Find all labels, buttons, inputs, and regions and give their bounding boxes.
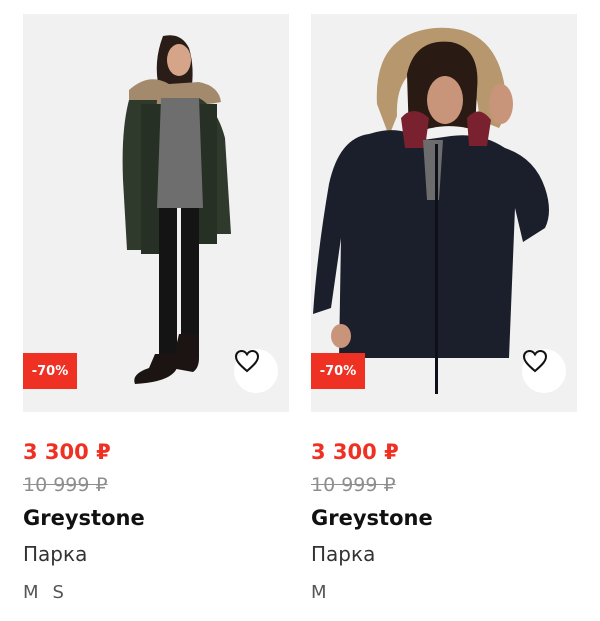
product-card[interactable]: -70% 3 300 ₽ 10 999 ₽ Greystone Парка M … <box>23 14 289 606</box>
size-list: M <box>311 580 577 606</box>
discount-badge: -70% <box>311 353 365 389</box>
size-option[interactable]: M <box>311 580 327 606</box>
size-list: M S <box>23 580 289 606</box>
product-type: Парка <box>311 542 376 566</box>
brand-name: Greystone <box>311 506 433 530</box>
favorite-button[interactable] <box>234 349 278 393</box>
product-type: Парка <box>23 542 88 566</box>
product-photo[interactable]: -70% <box>311 14 577 412</box>
product-photo[interactable]: -70% <box>23 14 289 412</box>
price: 3 300 ₽ <box>23 440 111 464</box>
heart-icon <box>522 349 548 373</box>
old-price: 10 999 ₽ <box>23 474 108 496</box>
size-option[interactable]: S <box>53 580 64 606</box>
brand-name: Greystone <box>23 506 145 530</box>
discount-badge: -70% <box>23 353 77 389</box>
price: 3 300 ₽ <box>311 440 399 464</box>
product-card[interactable]: -70% 3 300 ₽ 10 999 ₽ Greystone Парка M <box>311 14 577 606</box>
favorite-button[interactable] <box>522 349 566 393</box>
size-option[interactable]: M <box>23 580 39 606</box>
old-price: 10 999 ₽ <box>311 474 396 496</box>
heart-icon <box>234 349 260 373</box>
